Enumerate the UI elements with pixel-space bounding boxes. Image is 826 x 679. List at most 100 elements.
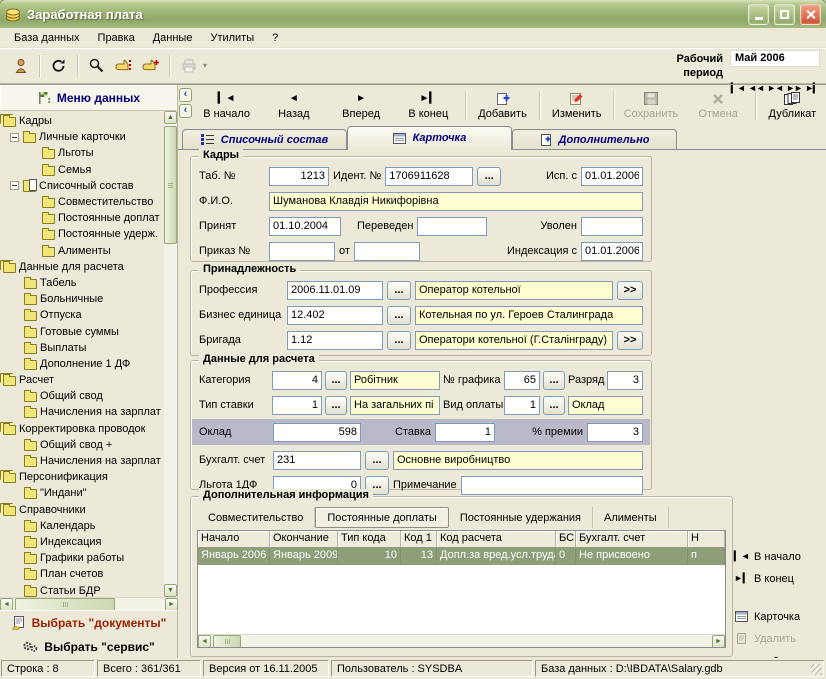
tree-item[interactable]: Табель	[0, 275, 165, 291]
rate-type-field[interactable]	[272, 396, 322, 415]
tree-item[interactable]: Данные для расчета	[0, 259, 165, 275]
tree-item[interactable]: Начисления на зарплат	[0, 453, 165, 469]
tree-item[interactable]: "Индани"	[0, 485, 165, 501]
scroll-left-icon[interactable]	[198, 635, 211, 648]
tree-item[interactable]: Постоянные удерж.	[0, 226, 165, 242]
stavka-field[interactable]	[435, 423, 495, 442]
search-button[interactable]	[83, 53, 110, 79]
tree-item[interactable]: Кадры	[0, 113, 165, 129]
row-first-button[interactable]: В начало	[734, 547, 818, 566]
tab-sovmestitelstvo[interactable]: Совместительство	[197, 507, 315, 528]
tree-item[interactable]: Начисления на зарплат	[0, 404, 165, 420]
tree-item[interactable]: Выплаты	[0, 340, 165, 356]
row-last-button[interactable]: В конец	[734, 569, 818, 588]
select-documents-button[interactable]: Выбрать "документы"	[0, 610, 177, 635]
tree-expander-icon[interactable]	[10, 133, 19, 142]
brigade-code-field[interactable]	[287, 331, 383, 350]
business-unit-name-field[interactable]	[415, 306, 643, 325]
cancel-button[interactable]: Отмена	[685, 87, 752, 124]
isp-field[interactable]	[581, 167, 643, 186]
tree-expander-icon[interactable]	[10, 181, 19, 190]
maximize-button[interactable]	[774, 4, 795, 25]
brigade-name-field[interactable]	[415, 331, 613, 350]
tree-item[interactable]: Готовые суммы	[0, 323, 165, 339]
resize-grip[interactable]	[811, 664, 822, 675]
tree-item[interactable]: Статьи БДР	[0, 582, 165, 597]
ident-lookup-button[interactable]: ...	[477, 167, 501, 186]
menu-database[interactable]: База данных	[5, 30, 89, 46]
hired-field[interactable]	[269, 217, 341, 236]
collapse-left-button[interactable]	[179, 88, 192, 102]
tab-postoyannye-doplaty[interactable]: Постоянные доплаты	[315, 507, 448, 528]
pay-kind-field[interactable]	[504, 396, 540, 415]
last-record-button[interactable]: В конец	[395, 87, 462, 124]
select-add-button[interactable]	[137, 53, 164, 79]
col-nachalo[interactable]: Начало	[198, 531, 270, 548]
tree-horizontal-scrollbar[interactable]	[0, 597, 178, 610]
close-button[interactable]	[800, 4, 821, 25]
tab-extra[interactable]: Дополнительно	[512, 129, 677, 149]
menu-help[interactable]: ?	[263, 30, 287, 46]
table-horizontal-scrollbar[interactable]	[198, 634, 725, 647]
business-unit-code-field[interactable]	[287, 306, 383, 325]
next-record-button[interactable]: Вперед	[327, 87, 394, 124]
account-name-field[interactable]	[393, 451, 643, 470]
tree-item[interactable]: Общий свод +	[0, 437, 165, 453]
col-kod-rascheta[interactable]: Код расчета	[437, 531, 556, 548]
category-field[interactable]	[272, 371, 322, 390]
tree-item[interactable]: Алименты	[0, 243, 165, 259]
table-row-selected[interactable]: Январь 2006 Январь 2009 10 13 Допл.за вр…	[198, 548, 725, 565]
rate-type-name-field[interactable]	[350, 396, 440, 415]
tree-item[interactable]: Индексация	[0, 534, 165, 550]
business-unit-lookup-button[interactable]: ...	[387, 306, 411, 325]
tree-item[interactable]: Семья	[0, 162, 165, 178]
col-kod[interactable]: Код 1	[401, 531, 437, 548]
col-okonchanie[interactable]: Окончание	[270, 531, 338, 548]
col-tip-koda[interactable]: Тип кода	[338, 531, 401, 548]
account-lookup-button[interactable]: ...	[365, 451, 389, 470]
card-button[interactable]: Карточка	[734, 607, 818, 626]
scroll-thumb[interactable]	[213, 635, 241, 648]
fio-field[interactable]	[269, 192, 643, 211]
dismissed-field[interactable]	[581, 217, 643, 236]
tab-alimenty[interactable]: Алименты	[593, 507, 669, 528]
tree-item[interactable]: Дополнение 1 ДФ	[0, 356, 165, 372]
tree-item[interactable]: Корректировка проводок	[0, 421, 165, 437]
tree-item[interactable]: Расчет	[0, 372, 165, 388]
tree-item[interactable]: Личные карточки	[0, 129, 165, 145]
category-name-field[interactable]	[350, 371, 440, 390]
scroll-down-icon[interactable]	[164, 584, 177, 597]
indexation-field[interactable]	[581, 242, 643, 261]
tab-postoyannye-uderzhaniya[interactable]: Постоянные удержания	[449, 507, 593, 528]
period-value[interactable]: Май 2006	[730, 50, 820, 67]
schedule-field[interactable]	[504, 371, 540, 390]
menu-utilities[interactable]: Утилиты	[201, 30, 263, 46]
tab-card[interactable]: Карточка	[347, 126, 512, 149]
pay-kind-name-field[interactable]	[568, 396, 643, 415]
tab-no-field[interactable]	[269, 167, 329, 186]
premium-field[interactable]	[587, 423, 643, 442]
tree-item[interactable]: План счетов	[0, 566, 165, 582]
tree-item[interactable]: Персонификация	[0, 469, 165, 485]
order-no-field[interactable]	[269, 242, 335, 261]
print-dropdown-icon[interactable]	[203, 61, 207, 70]
order-date-field[interactable]	[354, 242, 420, 261]
tree-item[interactable]: Больничные	[0, 291, 165, 307]
tree-item[interactable]: Графики работы	[0, 550, 165, 566]
tree-vertical-scrollbar[interactable]	[164, 111, 177, 597]
collapse-left-button-2[interactable]	[179, 104, 192, 118]
scroll-right-icon[interactable]	[712, 635, 725, 648]
tree-item[interactable]: Общий свод	[0, 388, 165, 404]
profession-name-field[interactable]	[415, 281, 613, 300]
col-next[interactable]: Н	[688, 531, 725, 548]
first-record-button[interactable]: В начало	[193, 87, 260, 124]
tree-item[interactable]: Календарь	[0, 518, 165, 534]
menu-data[interactable]: Данные	[144, 30, 202, 46]
transferred-field[interactable]	[417, 217, 487, 236]
col-bs[interactable]: БС	[556, 531, 576, 548]
rate-type-lookup-button[interactable]: ...	[325, 396, 347, 415]
select-record-button[interactable]	[110, 53, 137, 79]
col-buhgalt-schet[interactable]: Бухгалт. счет	[576, 531, 688, 548]
salary-field[interactable]	[273, 423, 361, 442]
duplicate-button[interactable]: Дубликат	[759, 87, 826, 124]
